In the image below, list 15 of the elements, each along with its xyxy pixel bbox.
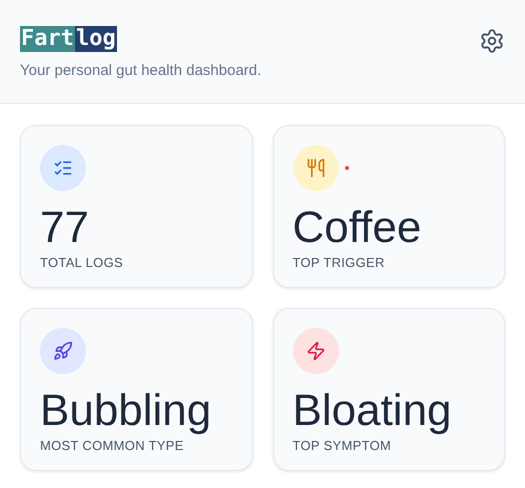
stat-label: MOST COMMON TYPE xyxy=(40,438,185,453)
settings-button[interactable] xyxy=(479,28,505,54)
stat-label: TOTAL LOGS xyxy=(40,255,124,270)
rocket-icon xyxy=(40,328,86,374)
stat-value: Bloating xyxy=(292,386,453,436)
fork-knife-icon xyxy=(292,145,338,191)
stat-label: TOP TRIGGER xyxy=(292,255,386,270)
stat-value: Coffee xyxy=(292,203,422,253)
checklist-icon xyxy=(40,145,86,191)
stat-value: Bubbling xyxy=(40,386,212,436)
stat-label: TOP SYMPTOM xyxy=(292,438,392,453)
lightning-icon xyxy=(292,328,338,374)
stat-value: 77 xyxy=(40,203,90,253)
app-logo: Fart log xyxy=(20,26,117,52)
subtitle: Your personal gut health dashboard. xyxy=(20,62,262,79)
